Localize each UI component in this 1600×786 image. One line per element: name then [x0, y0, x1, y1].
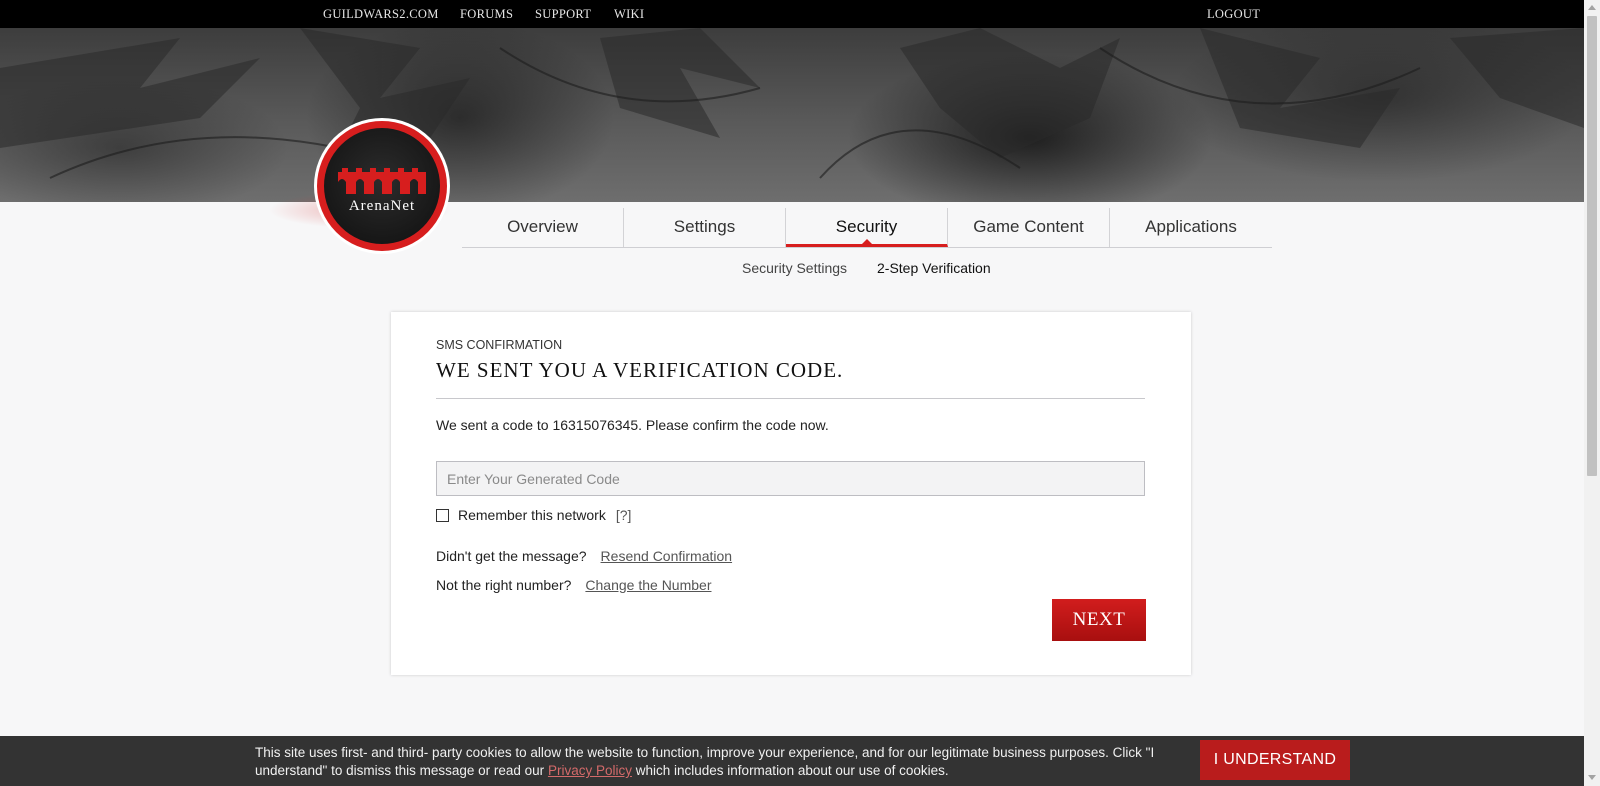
subtab-2-step-verification[interactable]: 2-Step Verification: [877, 260, 991, 276]
account-nav-tabs: Overview Settings Security Game Content …: [462, 208, 1272, 248]
card-eyebrow: SMS CONFIRMATION: [436, 338, 563, 352]
logo-name: ArenaNet: [348, 198, 416, 214]
cookie-text-after: which includes information about our use…: [635, 763, 949, 778]
verification-code-input[interactable]: [436, 461, 1145, 496]
tab-applications[interactable]: Applications: [1110, 208, 1272, 247]
topbar-link-guildwars2[interactable]: GUILDWARS2.COM: [323, 0, 439, 28]
cookie-banner: This site uses first- and third- party c…: [0, 736, 1584, 786]
confirmation-message: We sent a code to 16315076345. Please co…: [436, 417, 829, 433]
resend-row: Didn't get the message? Resend Confirmati…: [436, 548, 732, 564]
i-understand-button[interactable]: I UNDERSTAND: [1200, 740, 1350, 780]
remember-network-label[interactable]: Remember this network: [458, 507, 606, 523]
resend-prompt: Didn't get the message?: [436, 548, 587, 564]
tab-security-label: Security: [835, 217, 898, 236]
cookie-message: This site uses first- and third- party c…: [255, 744, 1175, 780]
tab-game-content[interactable]: Game Content: [948, 208, 1110, 247]
remember-network-help-link[interactable]: [?]: [616, 507, 632, 523]
change-number-row: Not the right number? Change the Number: [436, 577, 711, 593]
topbar-link-support[interactable]: SUPPORT: [535, 0, 591, 28]
page-scrollbar[interactable]: [1584, 0, 1600, 786]
subtab-security-settings[interactable]: Security Settings: [742, 260, 847, 276]
change-number-prompt: Not the right number?: [436, 577, 572, 593]
remember-network-checkbox[interactable]: [436, 508, 449, 522]
divider: [436, 398, 1145, 399]
hero-banner: [0, 28, 1584, 202]
privacy-policy-link[interactable]: Privacy Policy: [548, 763, 632, 778]
logo-emblem: ArenaNet: [324, 128, 440, 244]
arena-icon: [338, 168, 426, 194]
tab-settings[interactable]: Settings: [624, 208, 786, 247]
logout-link[interactable]: LOGOUT: [1207, 0, 1260, 28]
sms-confirmation-card: SMS CONFIRMATION We sent you a verificat…: [391, 312, 1191, 675]
tab-security[interactable]: Security: [786, 208, 948, 247]
scroll-up-arrow-icon[interactable]: [1588, 5, 1596, 10]
card-headline: We sent you a verification code.: [436, 358, 844, 382]
hero-artwork: [0, 28, 1584, 179]
next-button[interactable]: NEXT: [1052, 599, 1146, 641]
top-navigation-bar: GUILDWARS2.COM FORUMS SUPPORT WIKI LOGOU…: [0, 0, 1584, 28]
arenanet-logo[interactable]: ArenaNet: [314, 118, 450, 254]
change-number-link[interactable]: Change the Number: [585, 577, 711, 593]
resend-confirmation-link[interactable]: Resend Confirmation: [601, 548, 733, 564]
remember-network-row: Remember this network [?]: [436, 507, 631, 523]
scroll-down-arrow-icon[interactable]: [1588, 775, 1596, 780]
topbar-link-forums[interactable]: FORUMS: [460, 0, 513, 28]
topbar-link-wiki[interactable]: WIKI: [614, 0, 644, 28]
scrollbar-thumb[interactable]: [1587, 16, 1597, 476]
tab-overview[interactable]: Overview: [462, 208, 624, 247]
active-tab-caret: [860, 239, 873, 245]
